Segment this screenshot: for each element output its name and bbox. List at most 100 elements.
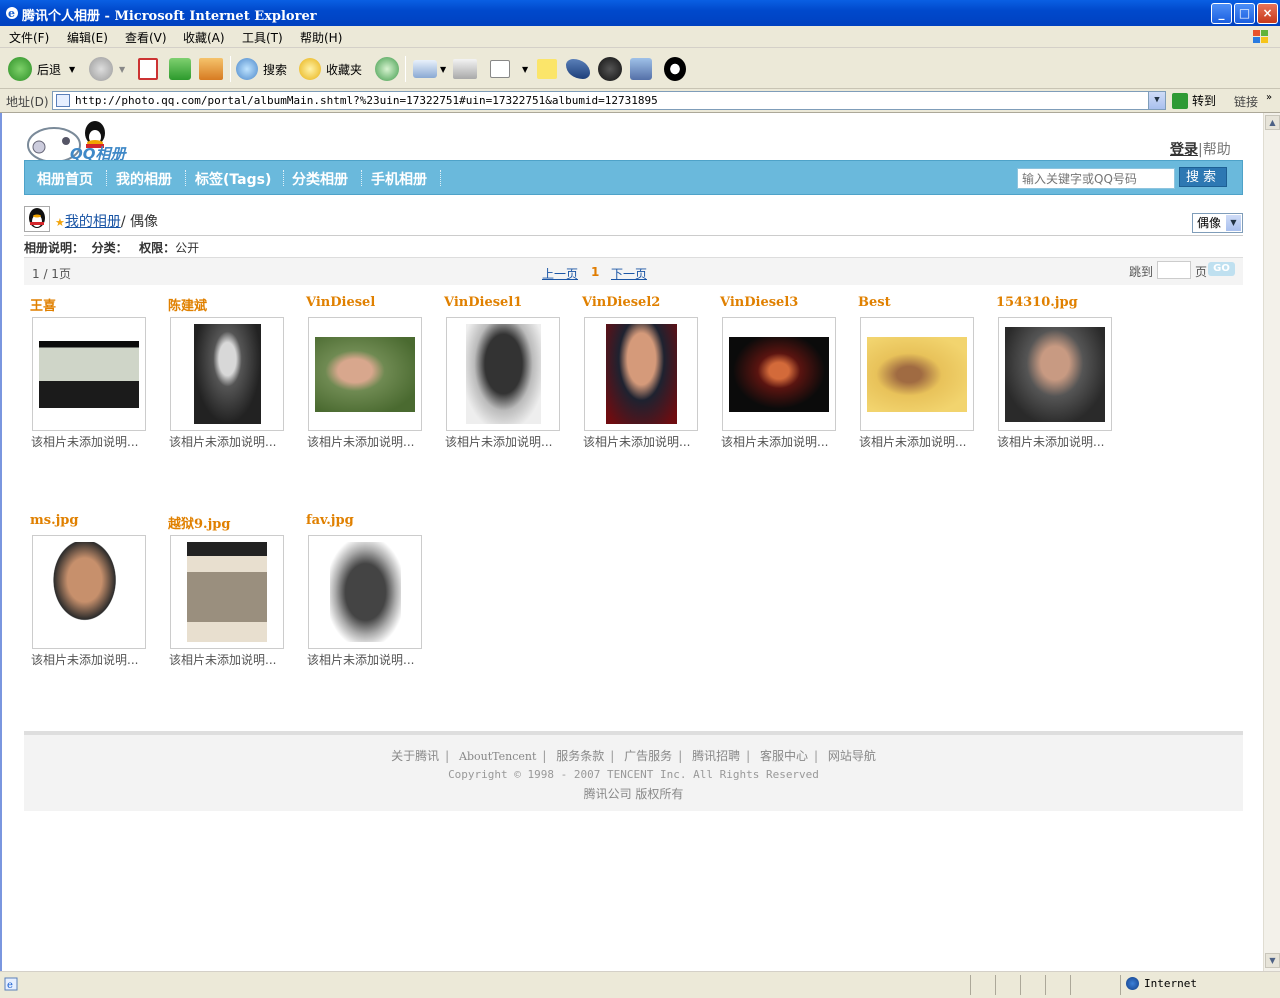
photo-thumbnail[interactable] [315, 337, 415, 412]
photo-item[interactable]: ms.jpg 该相片未添加说明... [24, 513, 162, 693]
menu-file[interactable]: 文件(F) [9, 29, 49, 46]
photo-item[interactable]: VinDiesel3 该相片未添加说明... [714, 295, 852, 475]
menu-tools[interactable]: 工具(T) [242, 29, 283, 46]
photo-frame[interactable] [446, 317, 560, 431]
photo-thumbnail[interactable] [1005, 327, 1105, 422]
photo-name[interactable]: ms.jpg [30, 513, 78, 528]
nav-tags[interactable]: 标签(Tags) [195, 169, 271, 189]
photo-frame[interactable] [308, 317, 422, 431]
photo-frame[interactable] [998, 317, 1112, 431]
photo-thumbnail[interactable] [466, 324, 541, 424]
search-submit-button[interactable]: 搜索 [1179, 167, 1227, 187]
photo-item[interactable]: 王喜 该相片未添加说明... [24, 295, 162, 475]
minimize-button[interactable]: _ [1211, 3, 1232, 24]
photo-name[interactable]: 王喜 [30, 295, 56, 314]
home-button[interactable] [199, 55, 223, 83]
refresh-button[interactable] [169, 55, 191, 83]
go-page-button[interactable]: GO [1208, 262, 1235, 276]
photo-frame[interactable] [170, 317, 284, 431]
photo-thumbnail[interactable] [729, 337, 829, 412]
breadcrumb-my-album[interactable]: 我的相册 [65, 214, 121, 230]
photo-item[interactable]: VinDiesel2 该相片未添加说明... [576, 295, 714, 475]
stop-button[interactable] [138, 55, 158, 83]
photo-thumbnail[interactable] [330, 542, 401, 642]
menu-help[interactable]: 帮助(H) [300, 29, 342, 46]
qq-album-logo[interactable]: QQ相册 [24, 119, 134, 163]
note-button[interactable] [537, 55, 557, 83]
avatar[interactable] [24, 206, 50, 232]
photo-name[interactable]: fav.jpg [306, 513, 354, 528]
photo-frame[interactable] [584, 317, 698, 431]
back-button[interactable]: 后退 ▼ [8, 55, 75, 83]
photo-name[interactable]: 154310.jpg [996, 295, 1078, 310]
game-button[interactable] [598, 55, 622, 83]
links-button[interactable]: 链接 [1234, 93, 1258, 110]
chevron-right-icon[interactable]: » [1266, 92, 1272, 103]
photo-item[interactable]: Best 该相片未添加说明... [852, 295, 990, 475]
print-button[interactable] [453, 55, 477, 83]
footer-link-sitemap[interactable]: 网站导航 [828, 749, 876, 763]
menu-view[interactable]: 查看(V) [125, 29, 167, 46]
photo-thumbnail[interactable] [39, 341, 139, 408]
footer-link-ads[interactable]: 广告服务 [624, 749, 672, 763]
photo-item[interactable]: VinDiesel1 该相片未添加说明... [438, 295, 576, 475]
maximize-button[interactable]: □ [1234, 3, 1255, 24]
next-page-link[interactable]: 下一页 [611, 265, 647, 282]
vertical-scrollbar[interactable]: ▲ ▼ [1263, 113, 1280, 971]
prev-page-link[interactable]: 上一页 [542, 265, 578, 282]
photo-frame[interactable] [722, 317, 836, 431]
login-link[interactable]: 登录 [1170, 142, 1198, 158]
photo-frame[interactable] [308, 535, 422, 649]
footer-link-jobs[interactable]: 腾讯招聘 [692, 749, 740, 763]
album-select[interactable]: 偶像 ▼ [1192, 213, 1243, 233]
photo-item[interactable]: fav.jpg 该相片未添加说明... [300, 513, 438, 693]
photo-item[interactable]: 越狱9.jpg 该相片未添加说明... [162, 513, 300, 693]
qq-button[interactable] [664, 55, 686, 83]
nav-category-album[interactable]: 分类相册 [292, 169, 348, 189]
menu-edit[interactable]: 编辑(E) [67, 29, 108, 46]
mail-button[interactable]: ▼ [413, 55, 446, 83]
jump-page-input[interactable] [1157, 261, 1191, 279]
photo-name[interactable]: VinDiesel [306, 295, 375, 310]
photo-frame[interactable] [860, 317, 974, 431]
help-link[interactable]: 帮助 [1203, 142, 1231, 158]
history-button[interactable] [375, 55, 399, 83]
messenger-button[interactable] [566, 55, 590, 83]
photo-thumbnail[interactable] [867, 337, 967, 412]
photo-thumbnail[interactable] [187, 542, 267, 642]
photo-name[interactable]: VinDiesel1 [444, 295, 522, 310]
window-title-bar[interactable]: e 腾讯个人相册 - Microsoft Internet Explorer _… [0, 0, 1280, 26]
address-input[interactable]: http://photo.qq.com/portal/albumMain.sht… [52, 91, 1166, 110]
photo-name[interactable]: 陈建斌 [168, 295, 207, 314]
edit-button[interactable]: ▼ [490, 55, 528, 83]
scroll-up-icon[interactable]: ▲ [1265, 115, 1280, 130]
favorites-button[interactable]: 收藏夹 [299, 55, 362, 83]
search-button[interactable]: 搜索 [236, 55, 287, 83]
photo-name[interactable]: VinDiesel2 [582, 295, 660, 310]
photo-thumbnail[interactable] [194, 324, 261, 424]
photo-thumbnail[interactable] [45, 542, 133, 642]
forward-button[interactable]: ▼ [89, 55, 125, 83]
footer-link-terms[interactable]: 服务条款 [556, 749, 604, 763]
scroll-down-icon[interactable]: ▼ [1265, 953, 1280, 968]
photo-name[interactable]: Best [858, 295, 891, 310]
footer-link-about-en[interactable]: AboutTencent [459, 750, 536, 763]
photo-name[interactable]: 越狱9.jpg [168, 513, 230, 532]
go-button[interactable]: 转到 [1172, 92, 1216, 109]
photo-item[interactable]: 陈建斌 该相片未添加说明... [162, 295, 300, 475]
album-search-input[interactable] [1017, 168, 1175, 189]
photo-thumbnail[interactable] [606, 324, 677, 424]
photo-frame[interactable] [32, 535, 146, 649]
footer-link-about[interactable]: 关于腾讯 [391, 749, 439, 763]
nav-mobile-album[interactable]: 手机相册 [371, 169, 427, 189]
nav-album-home[interactable]: 相册首页 [37, 169, 93, 189]
menu-favorites[interactable]: 收藏(A) [183, 29, 225, 46]
photo-item[interactable]: VinDiesel 该相片未添加说明... [300, 295, 438, 475]
address-dropdown-icon[interactable]: ▼ [1148, 92, 1165, 109]
photo-item[interactable]: 154310.jpg 该相片未添加说明... [990, 295, 1128, 475]
tools-button[interactable] [630, 55, 652, 83]
photo-name[interactable]: VinDiesel3 [720, 295, 798, 310]
close-button[interactable]: × [1257, 3, 1278, 24]
footer-link-support[interactable]: 客服中心 [760, 749, 808, 763]
photo-frame[interactable] [32, 317, 146, 431]
